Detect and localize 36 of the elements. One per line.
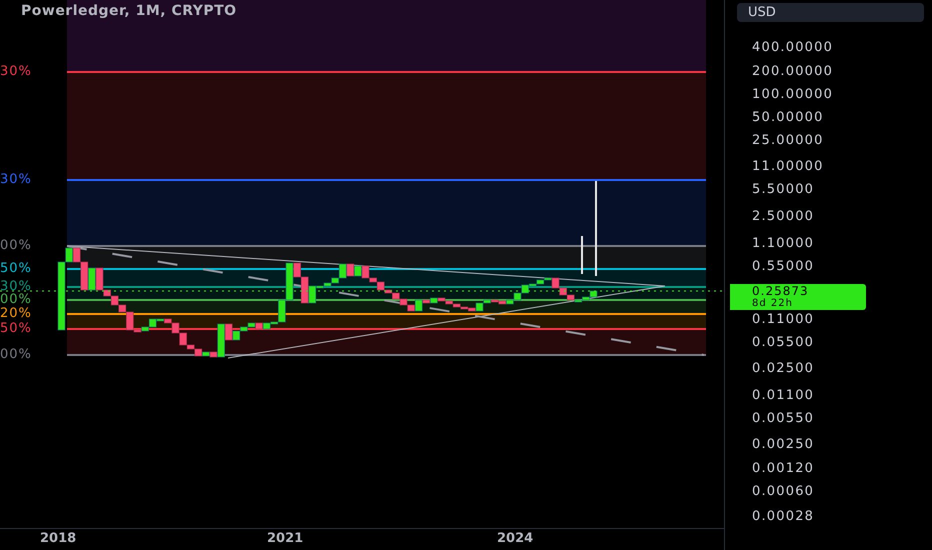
fib-level-label: 20% <box>0 305 32 322</box>
price-scale-label: 0.00120 <box>752 461 814 477</box>
fib-level-label: 50% <box>0 320 32 338</box>
price-scale-label: 0.01100 <box>752 388 814 404</box>
last-price-value: 0.25873 <box>752 284 810 298</box>
price-scale-label: 0.05500 <box>752 335 814 351</box>
price-scale-label: 100.00000 <box>752 87 834 103</box>
chart-title: Powerledger, 1M, CRYPTO <box>21 3 237 19</box>
fib-level-label: 00% <box>0 346 32 364</box>
price-scale-label: 0.00550 <box>752 411 814 427</box>
price-scale-label: 25.00000 <box>752 133 824 149</box>
price-scale-label: 400.00000 <box>752 40 834 56</box>
price-scale-label: 50.00000 <box>752 110 824 126</box>
fib-level-label: 30% <box>0 278 32 294</box>
countdown-text: 8d 22h <box>752 298 794 310</box>
price-scale-label: 200.00000 <box>752 64 834 80</box>
price-scale-label: 0.00060 <box>752 484 814 500</box>
fib-level-label: 30% <box>0 171 32 189</box>
price-scale-label: 0.02500 <box>752 361 814 377</box>
time-axis-label: 2024 <box>497 531 534 546</box>
price-scale-label: 0.11000 <box>752 312 814 328</box>
currency-button[interactable]: USD <box>737 3 924 22</box>
fib-level-label: 00% <box>0 291 32 307</box>
price-scale-label: 0.55000 <box>752 259 814 275</box>
time-axis-label: 2018 <box>40 531 76 546</box>
price-scale-label: 0.00028 <box>752 509 814 525</box>
time-axis-label: 2021 <box>267 531 304 546</box>
vertical-line <box>581 236 583 274</box>
price-scale-label: 2.50000 <box>752 209 814 225</box>
price-scale-label: 0.00250 <box>752 437 814 453</box>
fib-level-label: 30% <box>0 63 32 81</box>
price-scale-label: 11.00000 <box>752 159 824 175</box>
price-scale-label: 5.50000 <box>752 182 814 198</box>
fib-level-label: 00% <box>0 237 32 255</box>
price-scale-label: 1.10000 <box>752 236 814 252</box>
fib-level-label: 50% <box>0 260 32 278</box>
